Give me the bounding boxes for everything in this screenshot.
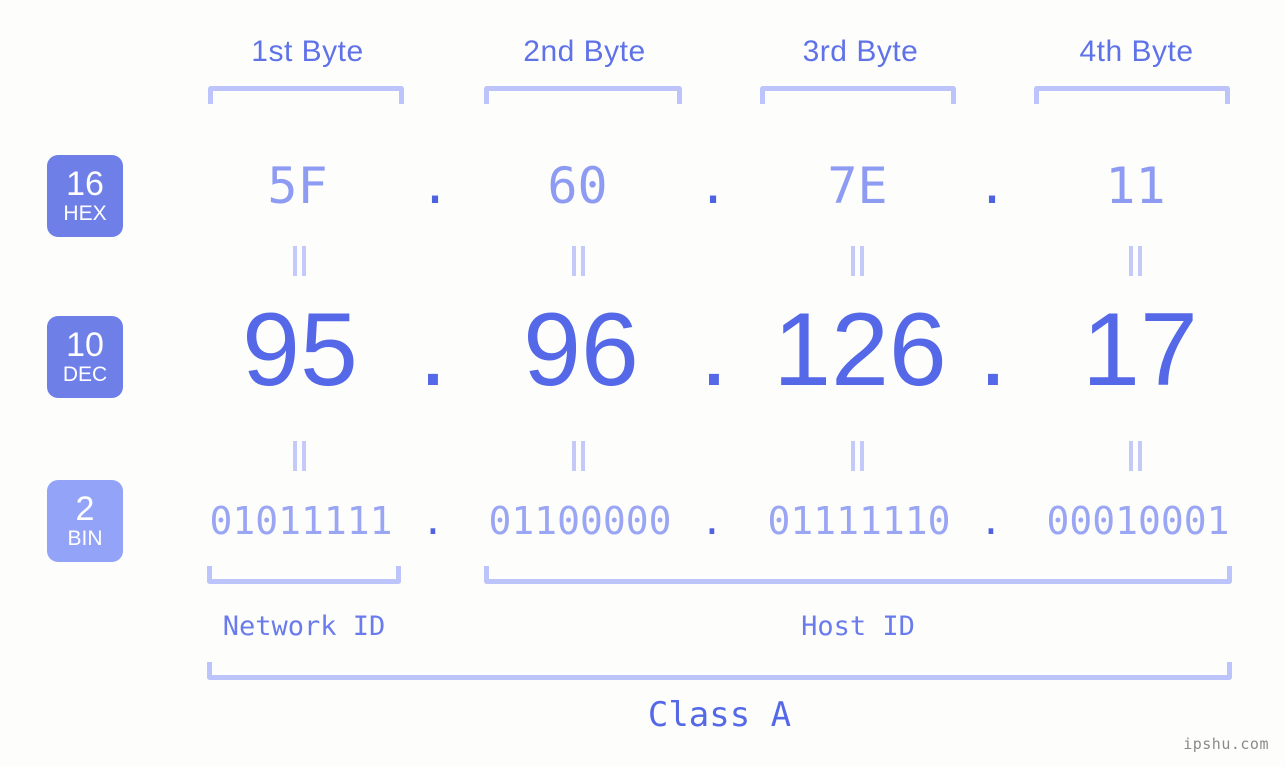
bin-byte-1: 01011111: [209, 499, 393, 543]
byte-header-label-3: 3rd Byte: [802, 35, 919, 68]
dec-separator-3: .: [978, 292, 1008, 408]
byte-header-label-4: 4th Byte: [1079, 35, 1194, 68]
equals-mark-dec-bin-2: [571, 441, 587, 471]
equals-mark-dec-bin-3: [850, 441, 866, 471]
watermark: ipshu.com: [1183, 735, 1269, 753]
hex-byte-1: 5F: [267, 157, 328, 215]
bin-byte-4: 00010001: [1046, 499, 1230, 543]
dec-separator-1: .: [418, 292, 448, 408]
dec-byte-1: 95: [242, 292, 358, 408]
byte-header-label-2: 2nd Byte: [523, 35, 646, 68]
base-badge-hex-name: HEX: [63, 201, 107, 225]
host-id-label: Host ID: [801, 611, 915, 642]
equals-mark-hex-dec-2: [571, 246, 587, 276]
equals-mark-dec-bin-4: [1128, 441, 1144, 471]
dec-byte-4: 17: [1082, 292, 1198, 408]
base-badge-bin: 2 BIN: [47, 480, 123, 562]
base-badge-dec-number: 10: [66, 325, 104, 364]
bin-separator-3: .: [979, 499, 1003, 543]
bin-separator-1: .: [421, 499, 445, 543]
hex-byte-2: 60: [547, 157, 608, 215]
dec-separator-2: .: [699, 292, 729, 408]
dec-byte-2: 96: [523, 292, 639, 408]
equals-mark-hex-dec-1: [292, 246, 308, 276]
equals-mark-dec-bin-1: [292, 441, 308, 471]
hex-byte-4: 11: [1105, 157, 1166, 215]
ip-address-breakdown-diagram: 1st Byte 2nd Byte 3rd Byte 4th Byte 16 H…: [0, 0, 1285, 767]
byte-bracket-4: [1034, 86, 1230, 104]
byte-header-label-1: 1st Byte: [251, 35, 364, 68]
equals-mark-hex-dec-3: [850, 246, 866, 276]
network-id-bracket: [207, 566, 401, 584]
base-badge-bin-number: 2: [75, 489, 95, 528]
dec-byte-3: 126: [773, 292, 947, 408]
base-badge-dec-name: DEC: [62, 362, 108, 386]
base-badge-dec: 10 DEC: [47, 316, 123, 398]
bin-separator-2: .: [700, 499, 724, 543]
equals-mark-hex-dec-4: [1128, 246, 1144, 276]
bin-byte-2: 01100000: [488, 499, 672, 543]
class-bracket: [207, 662, 1232, 680]
hex-byte-3: 7E: [827, 157, 888, 215]
byte-bracket-3: [760, 86, 956, 104]
hex-separator-3: .: [976, 157, 1008, 215]
hex-separator-2: .: [697, 157, 729, 215]
host-id-bracket: [484, 566, 1232, 584]
byte-bracket-2: [484, 86, 682, 104]
base-badge-bin-name: BIN: [67, 526, 103, 550]
byte-bracket-1: [208, 86, 404, 104]
class-label: Class A: [647, 695, 792, 735]
bin-byte-3: 01111110: [767, 499, 951, 543]
base-badge-hex-number: 16: [66, 164, 104, 203]
base-badge-hex: 16 HEX: [47, 155, 123, 237]
network-id-label: Network ID: [222, 611, 386, 642]
